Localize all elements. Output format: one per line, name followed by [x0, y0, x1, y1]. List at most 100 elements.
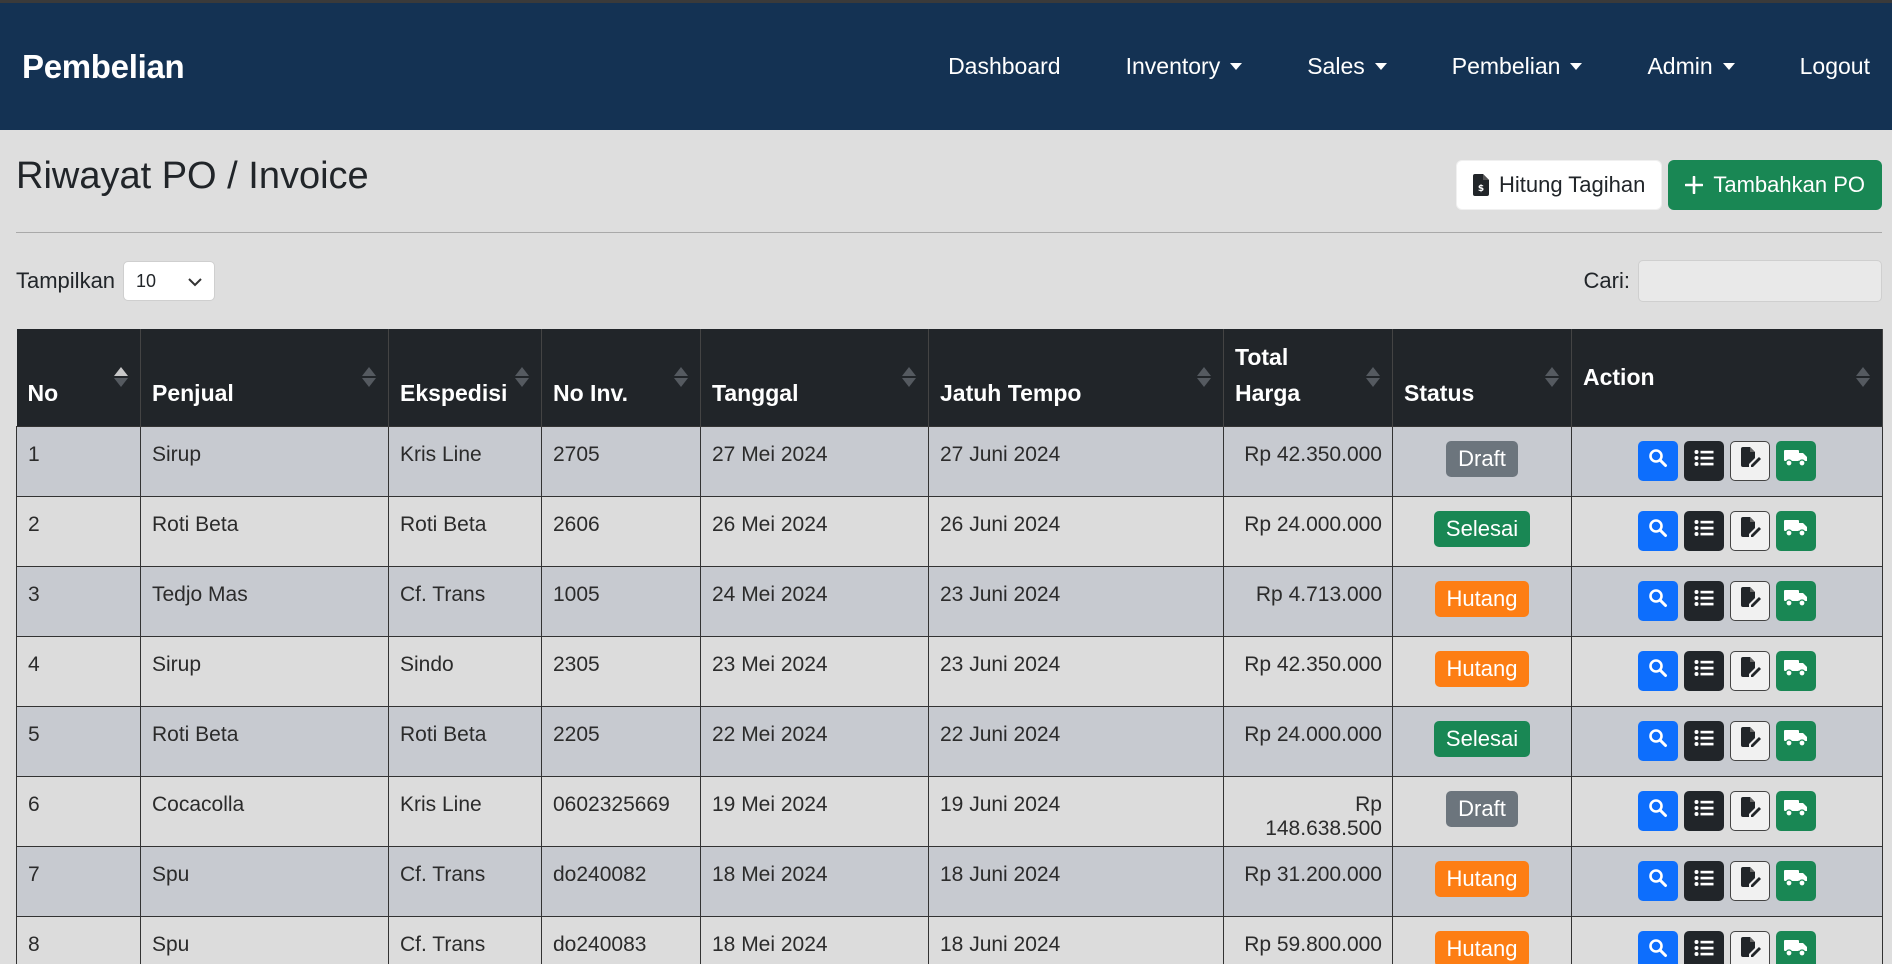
col-no-inv[interactable]: No Inv.	[541, 329, 701, 426]
col-status[interactable]: Status	[1392, 329, 1572, 426]
detail-list-button[interactable]	[1684, 720, 1724, 761]
edit-button[interactable]	[1730, 860, 1770, 901]
cell-action	[1571, 565, 1883, 637]
nav-dashboard[interactable]: Dashboard	[948, 53, 1061, 80]
col-penjual[interactable]: Penjual	[140, 329, 389, 426]
list-icon	[1694, 939, 1714, 963]
detail-list-button[interactable]	[1684, 650, 1724, 691]
col-action-label: Action	[1583, 364, 1655, 391]
search-icon	[1648, 588, 1668, 614]
chevron-down-icon	[1570, 63, 1583, 70]
view-button[interactable]	[1638, 510, 1678, 551]
edit-button[interactable]	[1730, 720, 1770, 761]
shipment-button[interactable]	[1776, 650, 1816, 691]
shipment-button[interactable]	[1776, 510, 1816, 551]
file-edit-icon	[1739, 726, 1761, 755]
col-ekspedisi[interactable]: Ekspedisi	[388, 329, 542, 426]
view-button[interactable]	[1638, 790, 1678, 831]
detail-list-button[interactable]	[1684, 440, 1724, 481]
col-ekspedisi-label: Ekspedisi	[400, 379, 508, 406]
edit-button[interactable]	[1730, 440, 1770, 481]
view-button[interactable]	[1638, 650, 1678, 691]
nav-pembelian[interactable]: Pembelian	[1452, 53, 1583, 80]
nav-sales[interactable]: Sales	[1307, 53, 1387, 80]
search-icon	[1648, 448, 1668, 474]
view-button[interactable]	[1638, 860, 1678, 901]
col-no-label: No	[27, 379, 59, 406]
length-label: Tampilkan	[16, 268, 116, 293]
cell-jatuh-tempo: 19 Juni 2024	[928, 775, 1224, 847]
table-row: 8 Spu Cf. Trans do240083 18 Mei 2024 18 Juni …	[16, 915, 1883, 964]
view-button[interactable]	[1638, 580, 1678, 621]
shipment-button[interactable]	[1776, 930, 1816, 964]
list-icon	[1694, 799, 1714, 823]
view-button[interactable]	[1638, 440, 1678, 481]
length-select-value: 10	[136, 270, 157, 291]
hitung-tagihan-button[interactable]: $ Hitung Tagihan	[1455, 160, 1663, 210]
cell-tanggal: 23 Mei 2024	[700, 635, 929, 707]
shipment-button[interactable]	[1776, 580, 1816, 621]
nav-inventory[interactable]: Inventory	[1126, 53, 1243, 80]
truck-icon	[1784, 659, 1808, 683]
file-edit-icon	[1739, 936, 1761, 964]
shipment-button[interactable]	[1776, 440, 1816, 481]
nav-admin[interactable]: Admin	[1647, 53, 1735, 80]
cell-jatuh-tempo: 23 Juni 2024	[928, 635, 1224, 707]
cell-no: 3	[16, 565, 141, 637]
nav-logout[interactable]: Logout	[1800, 53, 1870, 80]
cell-penjual: Spu	[140, 845, 389, 917]
edit-button[interactable]	[1730, 930, 1770, 964]
detail-list-button[interactable]	[1684, 860, 1724, 901]
search-control: Cari:	[1584, 260, 1882, 302]
cell-action	[1571, 635, 1883, 707]
col-no[interactable]: No	[16, 329, 141, 426]
truck-icon	[1784, 519, 1808, 543]
cell-penjual: Spu	[140, 915, 389, 964]
col-tanggal[interactable]: Tanggal	[700, 329, 929, 426]
cell-no: 1	[16, 425, 141, 497]
cell-ekspedisi: Cf. Trans	[388, 565, 542, 637]
search-input[interactable]	[1638, 260, 1882, 302]
search-icon	[1648, 518, 1668, 544]
navbar-brand[interactable]: Pembelian	[22, 48, 185, 86]
sort-icon	[114, 367, 128, 388]
shipment-button[interactable]	[1776, 720, 1816, 761]
detail-list-button[interactable]	[1684, 510, 1724, 551]
view-button[interactable]	[1638, 930, 1678, 964]
edit-button[interactable]	[1730, 510, 1770, 551]
length-control: Tampilkan 10	[16, 261, 216, 301]
file-invoice-dollar-icon: $	[1472, 174, 1489, 196]
cell-tanggal: 27 Mei 2024	[700, 425, 929, 497]
list-icon	[1694, 519, 1714, 543]
col-total-harga-label: Total Harga	[1235, 343, 1301, 406]
col-total-harga[interactable]: Total Harga	[1223, 329, 1393, 426]
detail-list-button[interactable]	[1684, 580, 1724, 621]
edit-button[interactable]	[1730, 650, 1770, 691]
cell-tanggal: 19 Mei 2024	[700, 775, 929, 847]
cell-total-harga: Rp 24.000.000	[1223, 495, 1393, 567]
cell-total-harga: Rp 59.800.000	[1223, 915, 1393, 964]
nav-logout-label: Logout	[1799, 53, 1870, 79]
edit-button[interactable]	[1730, 580, 1770, 621]
shipment-button[interactable]	[1776, 860, 1816, 901]
view-button[interactable]	[1638, 720, 1678, 761]
main-content: Riwayat PO / Invoice $ Hitung Tagihan Ta…	[0, 130, 1892, 964]
table-controls: Tampilkan 10 Cari:	[16, 233, 1882, 329]
file-edit-icon	[1739, 446, 1761, 475]
cell-tanggal: 18 Mei 2024	[700, 915, 929, 964]
tambahkan-po-button[interactable]: Tambahkan PO	[1668, 160, 1882, 210]
top-navbar: Pembelian Dashboard Inventory Sales Pemb…	[0, 3, 1892, 130]
edit-button[interactable]	[1730, 790, 1770, 831]
col-jatuh-tempo[interactable]: Jatuh Tempo	[928, 329, 1224, 426]
list-icon	[1694, 729, 1714, 753]
length-select[interactable]: 10	[123, 261, 216, 301]
row-actions	[1583, 440, 1871, 481]
hitung-tagihan-label: Hitung Tagihan	[1498, 172, 1646, 197]
detail-list-button[interactable]	[1684, 930, 1724, 964]
cell-jatuh-tempo: 23 Juni 2024	[928, 565, 1224, 637]
detail-list-button[interactable]	[1684, 790, 1724, 831]
nav-admin-label: Admin	[1647, 53, 1713, 79]
cell-ekspedisi: Roti Beta	[388, 705, 542, 777]
shipment-button[interactable]	[1776, 790, 1816, 831]
col-action[interactable]: Action	[1571, 329, 1883, 426]
